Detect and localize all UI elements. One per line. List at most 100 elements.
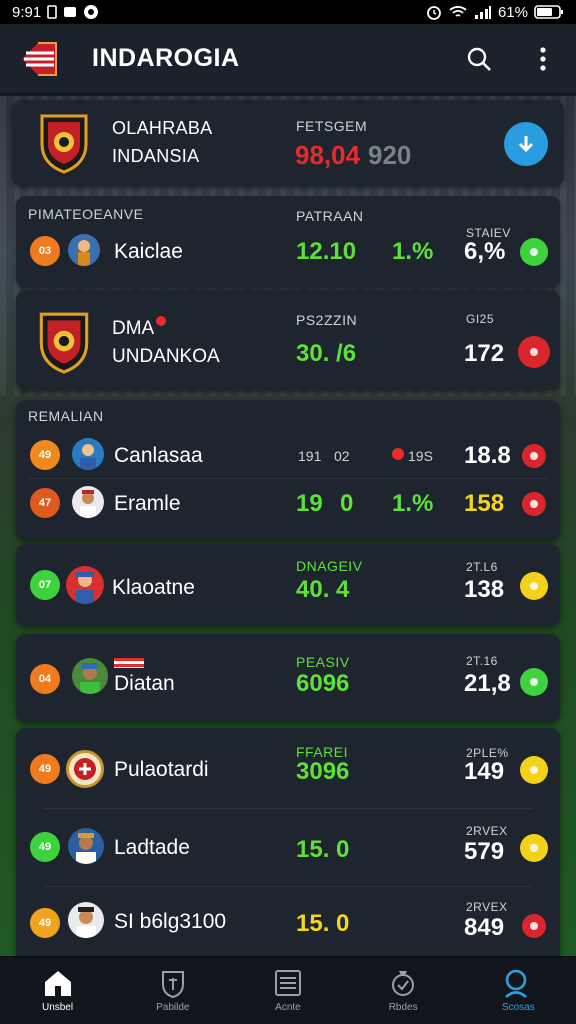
sim-icon bbox=[47, 5, 58, 19]
status-indicator[interactable] bbox=[520, 756, 548, 784]
stat-header-b: 2T.16 bbox=[466, 654, 498, 668]
stat-header-b: 2RVEX bbox=[466, 900, 508, 914]
player-name[interactable]: SI b6lg3100 bbox=[114, 910, 226, 934]
team-name-line1: OLAHRABA bbox=[112, 118, 213, 138]
more-vertical-icon bbox=[540, 46, 546, 71]
status-indicator[interactable] bbox=[518, 336, 550, 368]
player-name[interactable]: Diatan bbox=[114, 672, 175, 696]
flag-icon bbox=[114, 658, 144, 668]
nav-list[interactable]: Acnte bbox=[238, 968, 338, 1013]
player-card[interactable]: 04 Diatan PEASIV 6096 2T.16 21,8 bbox=[16, 634, 560, 722]
nav-search-label: Scosas bbox=[501, 1002, 535, 1013]
medal-icon bbox=[392, 971, 415, 996]
section-performance: PIMATEOEANVE PATRAAN STAIEV 03 Kaiclae 1… bbox=[16, 196, 560, 288]
player-value-3: 149 bbox=[464, 758, 505, 785]
player-avatar bbox=[68, 902, 104, 938]
nav-awards[interactable]: Rbdes bbox=[353, 968, 453, 1013]
player-value-3: 18.8 bbox=[464, 442, 511, 469]
shield-icon bbox=[161, 971, 184, 998]
player-name[interactable]: Pulaotardi bbox=[114, 758, 209, 782]
player-avatar bbox=[68, 234, 100, 266]
app-logo-icon[interactable] bbox=[18, 39, 60, 79]
rank-badge: 49 bbox=[30, 908, 60, 938]
rank-badge: 49 bbox=[30, 440, 60, 470]
nav-home[interactable]: Unsbel bbox=[8, 968, 108, 1013]
status-time: 9:91 bbox=[12, 3, 42, 21]
team-name-1: DMA bbox=[112, 318, 155, 339]
player-list: 49 Pulaotardi FFAREI 3096 2PLE% 149 49 L… bbox=[16, 728, 560, 956]
player-value-1b: 0 bbox=[340, 490, 354, 517]
team-crest-icon bbox=[40, 114, 88, 174]
rank-badge: 07 bbox=[30, 570, 60, 600]
team-crest-icon bbox=[39, 312, 89, 374]
status-indicator[interactable] bbox=[522, 444, 546, 468]
player-name[interactable]: Eramle bbox=[114, 492, 181, 516]
nav-home-label: Unsbel bbox=[42, 1002, 74, 1013]
search-icon bbox=[467, 47, 491, 71]
status-indicator[interactable] bbox=[520, 834, 548, 862]
stat-header: PEASIV bbox=[296, 654, 350, 670]
match-card[interactable]: OLAHRABA INDANSIA FETSGEM 98,04 920 bbox=[12, 100, 564, 186]
player-name[interactable]: Klaoatne bbox=[112, 576, 195, 600]
nav-list-label: Acnte bbox=[275, 1002, 301, 1013]
player-value-1: 40. 4 bbox=[296, 576, 350, 603]
chat-icon bbox=[84, 5, 99, 19]
status-indicator[interactable] bbox=[522, 492, 546, 516]
player-name[interactable]: Canlasaa bbox=[114, 444, 203, 468]
player-value-1: 12.10 bbox=[296, 238, 357, 265]
team-card[interactable]: DMA UNDANKOA PS2ZZIN 30. /6 GI25 172 bbox=[16, 290, 560, 390]
row-divider bbox=[44, 808, 532, 809]
rank-badge: 03 bbox=[30, 236, 60, 266]
player-value-3: 158 bbox=[464, 490, 505, 517]
rank-badge: 47 bbox=[30, 488, 60, 518]
player-value-3: 21,8 bbox=[464, 670, 511, 697]
player-value-3: 579 bbox=[464, 838, 505, 865]
rank-badge: 49 bbox=[30, 832, 60, 862]
score-gray: 920 bbox=[368, 140, 412, 170]
bottom-nav: Unsbel Pabilde Acnte Rbdes Scosas bbox=[0, 956, 576, 1024]
stat-header: DNAGEIV bbox=[296, 558, 363, 574]
section-remaining: REMALIAN 49 Canlasaa 191 02 19S 18.8 47 … bbox=[16, 400, 560, 540]
search-icon bbox=[505, 969, 528, 998]
club-badge-icon bbox=[66, 750, 104, 788]
player-name[interactable]: Kaiclae bbox=[114, 240, 183, 264]
battery-icon bbox=[534, 5, 563, 19]
player-avatar bbox=[72, 486, 104, 518]
status-indicator[interactable] bbox=[520, 668, 548, 696]
player-value-1: 3096 bbox=[296, 758, 350, 785]
player-name[interactable]: Ladtade bbox=[114, 836, 190, 860]
app-title: INDAROGIA bbox=[92, 44, 240, 72]
stat-header-b: 2T.L6 bbox=[466, 560, 498, 574]
status-indicator[interactable] bbox=[520, 572, 548, 600]
team-column-a: PS2ZZIN bbox=[296, 312, 358, 328]
team-name-line2: INDANSIA bbox=[112, 146, 200, 166]
status-indicator[interactable] bbox=[520, 238, 548, 266]
player-value-1a: 19 bbox=[296, 490, 323, 517]
nav-teams[interactable]: Pabilde bbox=[123, 968, 223, 1013]
nav-search[interactable]: Scosas bbox=[468, 968, 568, 1013]
column-header-a: PATRAAN bbox=[296, 208, 364, 224]
section-performance-label: PIMATEOEANVE bbox=[28, 206, 144, 222]
rank-badge: 04 bbox=[30, 664, 60, 694]
player-card[interactable]: 07 Klaoatne DNAGEIV 40. 4 2T.L6 138 bbox=[16, 544, 560, 626]
more-menu-button[interactable] bbox=[528, 44, 558, 74]
alarm-icon bbox=[427, 6, 441, 20]
score-red: 98,04 bbox=[295, 140, 361, 170]
player-value-3: 849 bbox=[464, 914, 505, 941]
red-flag-icon bbox=[392, 448, 404, 460]
player-value-1: 15. 0 bbox=[296, 836, 350, 863]
action-button[interactable] bbox=[504, 122, 548, 166]
player-avatar bbox=[72, 438, 104, 470]
flag-icon bbox=[156, 316, 166, 326]
score-header: FETSGEM bbox=[296, 118, 368, 134]
player-value-mid: 1.% bbox=[392, 490, 434, 517]
gallery-icon bbox=[64, 7, 77, 17]
arrow-down-icon bbox=[518, 136, 534, 153]
player-value-1b: 02 bbox=[334, 448, 350, 464]
row-divider bbox=[44, 886, 532, 887]
team-value-3: 172 bbox=[464, 340, 505, 367]
status-indicator[interactable] bbox=[522, 914, 546, 938]
search-button[interactable] bbox=[464, 44, 494, 74]
section-remaining-label: REMALIAN bbox=[28, 408, 104, 424]
player-value-1: 6096 bbox=[296, 670, 350, 697]
